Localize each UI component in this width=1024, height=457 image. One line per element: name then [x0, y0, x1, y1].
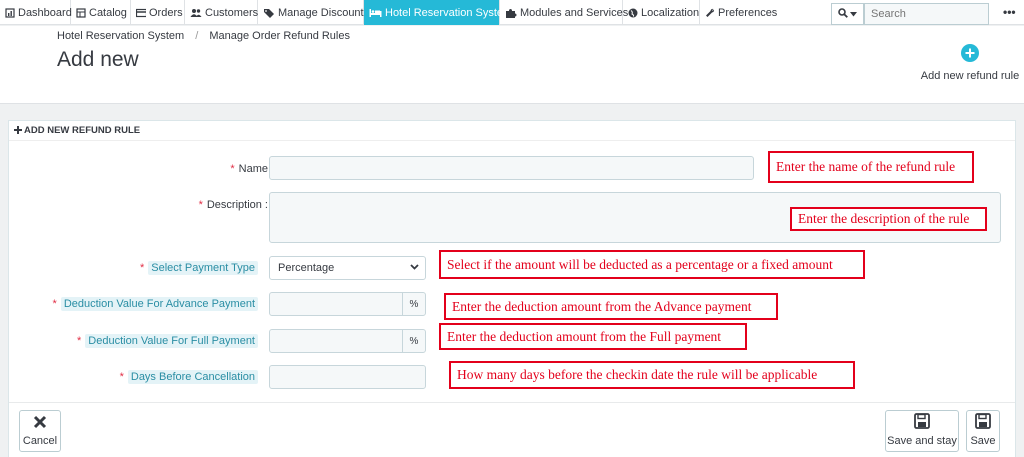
cancel-label: Cancel [22, 435, 58, 447]
more-menu-icon[interactable]: ••• [1003, 5, 1016, 19]
required-mark: * [119, 371, 124, 383]
customers-icon [190, 8, 202, 18]
percent-addon: % [402, 329, 426, 353]
catalog-icon [76, 7, 86, 18]
search-type-button[interactable] [831, 3, 864, 25]
nav-label: Dashboard [18, 6, 72, 19]
nav-label: Localization [641, 6, 700, 19]
save-label: Save [970, 435, 996, 447]
description-annotation: Enter the description of the rule [790, 207, 987, 231]
nav-label: Modules and Services [520, 6, 629, 19]
required-mark: * [230, 163, 235, 175]
close-icon [33, 415, 47, 432]
name-label: * Name [230, 163, 268, 175]
tag-icon [263, 8, 275, 18]
required-mark: * [52, 298, 57, 310]
payment-type-label: * Select Payment Type [139, 261, 258, 275]
add-new-refund-rule-button[interactable]: Add new refund rule [918, 44, 1022, 82]
page-header: Hotel Reservation System / Manage Order … [0, 26, 1024, 104]
description-label: * Description : [199, 199, 268, 211]
days-before-cancellation-label-text: Days Before Cancellation [127, 370, 258, 384]
nav-localization[interactable]: Localization [623, 0, 700, 25]
required-mark: * [77, 335, 82, 347]
search-icon [838, 7, 848, 21]
panel-heading: ADD NEW REFUND RULE [9, 121, 1015, 141]
advance-payment-annotation: Enter the deduction amount from the Adva… [444, 293, 778, 320]
breadcrumb-separator: / [195, 30, 199, 42]
nav-label: Hotel Reservation System [385, 6, 513, 19]
nav-label: Customers [205, 6, 259, 19]
chevron-down-icon [850, 8, 857, 20]
advance-payment-label-text: Deduction Value For Advance Payment [60, 297, 258, 311]
payment-type-label-text: Select Payment Type [148, 261, 258, 275]
days-annotation: How many days before the checkin date th… [449, 361, 855, 389]
percent-addon: % [402, 292, 426, 316]
breadcrumb: Hotel Reservation System / Manage Order … [57, 30, 350, 42]
payment-type-select[interactable]: Percentage [269, 256, 426, 280]
save-icon [914, 413, 930, 432]
plus-circle-icon [961, 44, 979, 62]
puzzle-icon [505, 8, 517, 18]
refund-rule-form-panel: ADD NEW REFUND RULE * Name Enter the name… [8, 120, 1016, 457]
days-before-cancellation-input[interactable] [269, 365, 426, 389]
globe-icon [628, 8, 638, 18]
save-icon [975, 413, 991, 432]
full-payment-label-text: Deduction Value For Full Payment [85, 334, 258, 348]
save-button[interactable]: Save [966, 410, 1000, 452]
required-mark: * [198, 199, 203, 211]
nav-label: Orders [149, 6, 183, 19]
save-and-stay-button[interactable]: Save and stay [885, 410, 959, 452]
search-input[interactable] [864, 3, 989, 25]
bed-icon [369, 8, 382, 18]
cancel-button[interactable]: Cancel [19, 410, 61, 452]
full-deduction-input[interactable] [269, 329, 403, 353]
dashboard-icon [5, 7, 15, 18]
breadcrumb-item[interactable]: Hotel Reservation System [57, 30, 184, 42]
orders-icon [136, 8, 146, 18]
nav-hotel-reservation-system[interactable]: Hotel Reservation System [364, 0, 512, 25]
days-before-cancellation-label: * Days Before Cancellation [119, 370, 258, 384]
nav-preferences[interactable]: Preferences [700, 0, 780, 25]
nav-customers[interactable]: Customers [185, 0, 258, 25]
nav-manage-discounts[interactable]: Manage Discounts [258, 0, 369, 25]
advance-payment-label: * Deduction Value For Advance Payment [52, 297, 258, 311]
nav-label: Preferences [718, 6, 778, 19]
full-payment-annotation: Enter the deduction amount from the Full… [439, 323, 747, 350]
name-annotation: Enter the name of the refund rule [768, 151, 974, 183]
save-and-stay-label: Save and stay [887, 435, 957, 447]
nav-dashboard[interactable]: Dashboard [0, 0, 72, 25]
nav-label: Catalog [89, 6, 127, 19]
plus-icon [14, 125, 22, 137]
nav-catalog[interactable]: Catalog [71, 0, 131, 25]
required-mark: * [139, 262, 145, 274]
name-input[interactable] [269, 156, 754, 180]
chevron-down-icon [410, 262, 419, 274]
name-label-text: Name [238, 163, 268, 175]
description-label-text: Description : [206, 199, 268, 211]
panel-footer-divider [9, 402, 1015, 403]
payment-type-annotation: Select if the amount will be deducted as… [439, 250, 865, 279]
add-new-refund-rule-label: Add new refund rule [920, 70, 1020, 82]
breadcrumb-item[interactable]: Manage Order Refund Rules [209, 30, 350, 42]
nav-label: Manage Discounts [278, 6, 370, 19]
advance-deduction-input[interactable] [269, 292, 403, 316]
nav-modules-and-services[interactable]: Modules and Services [500, 0, 628, 25]
top-navigation: Dashboard Catalog Orders Customers Manag… [0, 0, 1024, 25]
nav-orders[interactable]: Orders [131, 0, 185, 25]
wrench-icon [705, 8, 715, 18]
payment-type-value: Percentage [278, 262, 335, 274]
full-payment-label: * Deduction Value For Full Payment [77, 334, 258, 348]
page-title: Add new [57, 48, 139, 71]
panel-heading-text: ADD NEW REFUND RULE [24, 125, 141, 136]
